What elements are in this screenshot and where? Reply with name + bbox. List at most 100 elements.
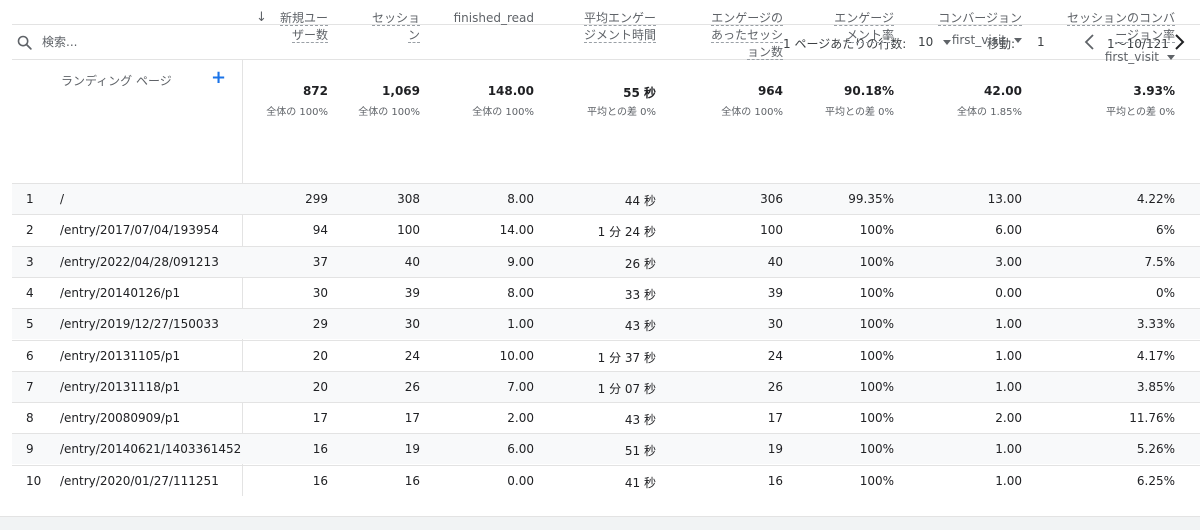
- metric-cell: 306: [760, 192, 783, 206]
- metric-cell: 1 分 37 秒: [597, 350, 656, 365]
- table-row[interactable]: 9/entry/20140621/1403361452 16 19 6.00 51 秒 1…: [12, 433, 1200, 465]
- landing-page-path[interactable]: /entry/20140126/p1: [60, 286, 180, 300]
- conversion-event-select[interactable]: first_visit: [1105, 49, 1175, 66]
- table-row[interactable]: 3/entry/2022/04/28/091213 37 40 9.00 26 秒 40 1…: [12, 245, 1200, 277]
- conversion-event-value: first_visit: [1104, 50, 1159, 64]
- row-rank: 4: [26, 285, 34, 300]
- metric-cell: 5.26%: [1136, 442, 1175, 457]
- row-rank: 7: [26, 379, 34, 394]
- landing-page-path[interactable]: /entry/20080909/p1: [60, 411, 180, 425]
- goto-page-input[interactable]: [1030, 31, 1070, 53]
- column-header-text: finished_read: [453, 11, 534, 25]
- column-header-text: セッショ: [371, 11, 420, 26]
- column-total: 964: [757, 84, 783, 98]
- metric-cell: 1.00: [507, 317, 534, 332]
- metric-cell: 10.00: [499, 348, 534, 363]
- column-header-text: ョン数: [746, 45, 783, 60]
- column-total-share: 全体の 100%: [266, 107, 328, 118]
- metric-cell: 1.00: [995, 379, 1022, 394]
- column-header-4[interactable]: 平均エンゲー ジメント時間: [583, 10, 656, 44]
- metric-cell: 2.00: [995, 411, 1022, 426]
- metric-cell: 26: [404, 379, 420, 394]
- search-icon: [17, 35, 32, 50]
- metric-cell: 39: [767, 285, 783, 300]
- metric-cell: 0.00: [507, 473, 534, 488]
- table-row[interactable]: 8/entry/20080909/p1 17 17 2.00 43 秒 17 100% 2.0…: [12, 402, 1200, 433]
- landing-page-path[interactable]: /: [60, 192, 64, 206]
- table-row[interactable]: 10/entry/2020/01/27/111251 16 16 0.00 41 秒 16…: [12, 464, 1200, 496]
- row-rank: 2: [26, 223, 34, 238]
- add-dimension-button[interactable]: +: [211, 69, 226, 87]
- metric-cell: 33 秒: [624, 287, 656, 302]
- metric-cell: 17: [404, 411, 420, 426]
- metric-cell: 19: [404, 442, 420, 457]
- column-header-text: セッションのコンバ: [1066, 11, 1175, 26]
- metric-cell: 100%: [859, 379, 894, 394]
- row-rank: 10: [26, 473, 42, 488]
- landing-page-path[interactable]: /entry/2022/04/28/091213: [60, 255, 219, 269]
- metric-cell: 1.00: [995, 317, 1022, 332]
- conversion-event-select[interactable]: first_visit: [952, 32, 1022, 49]
- metric-cell: 8.00: [507, 192, 534, 206]
- dimension-header-label: ランディング ページ: [61, 74, 172, 88]
- rows-per-page-value: 10: [918, 35, 934, 49]
- metric-cell: 17: [312, 411, 328, 426]
- table-row[interactable]: 7/entry/20131118/p1 20 26 7.00 1 分 07 秒 26 100…: [12, 370, 1200, 402]
- column-header-6[interactable]: エンゲージ メント率: [834, 10, 894, 44]
- column-total: 90.18%: [844, 84, 894, 98]
- landing-page-path[interactable]: /entry/20131105/p1: [60, 349, 180, 363]
- metric-cell: 26 秒: [624, 256, 656, 271]
- landing-page-path[interactable]: /entry/2017/07/04/193954: [60, 223, 219, 237]
- landing-page-path[interactable]: /entry/20140621/1403361452: [60, 442, 241, 456]
- metric-cell: 20: [312, 379, 328, 394]
- metric-cell: 30: [312, 285, 328, 300]
- metric-cell: 4.17%: [1136, 348, 1175, 363]
- column-total-share: 平均との差 0%: [587, 107, 656, 118]
- column-total-share: 全体の 100%: [472, 107, 534, 118]
- sort-descending-icon[interactable]: ↓: [256, 10, 267, 25]
- column-header-3[interactable]: finished_read: [454, 10, 534, 27]
- column-header-2[interactable]: セッション: [371, 10, 420, 44]
- metric-cell: 1.00: [995, 473, 1022, 488]
- metric-cell: 3.33%: [1136, 317, 1175, 332]
- landing-page-path[interactable]: /entry/2020/01/27/111251: [60, 474, 219, 488]
- metric-cell: 6%: [1155, 223, 1175, 238]
- metric-cell: 100%: [859, 223, 894, 238]
- column-total: 3.93%: [1133, 84, 1175, 98]
- metric-cell: 100: [760, 223, 783, 238]
- table-row[interactable]: 4/entry/20140126/p1 30 39 8.00 33 秒 39 100% 0.0…: [12, 276, 1200, 308]
- table-row[interactable]: 6/entry/20131105/p1 20 24 10.00 1 分 37 秒 24 10…: [12, 339, 1200, 371]
- metric-cell: 100%: [859, 254, 894, 269]
- row-rank: 9: [26, 442, 34, 457]
- column-header-5[interactable]: エンゲージの あったセッション数: [710, 10, 783, 61]
- metric-cell: 7.00: [507, 379, 534, 394]
- landing-page-path[interactable]: /entry/20131118/p1: [60, 380, 180, 394]
- column-header-8[interactable]: セッションのコンバ ージョン率 first_visit: [1066, 10, 1175, 66]
- table-row[interactable]: 5/entry/2019/12/27/150033 29 30 1.00 43 秒 30 1…: [12, 308, 1200, 340]
- row-rank: 1: [26, 192, 34, 206]
- column-header-text: エンゲージの: [711, 11, 783, 26]
- table-row[interactable]: 2/entry/2017/07/04/193954 94 100 14.00 1 分 2…: [12, 214, 1200, 245]
- column-header-text: ジメント時間: [583, 28, 656, 43]
- metric-cell: 39: [404, 285, 420, 300]
- table-row[interactable]: 1 / 299 308 8.00 44 秒 306 99.35% 13.00 4.22%: [12, 183, 1200, 214]
- row-rank: 5: [26, 317, 34, 332]
- landing-page-path[interactable]: /entry/2019/12/27/150033: [60, 317, 219, 331]
- column-header-text: コンバージョン: [938, 11, 1022, 26]
- column-total: 42.00: [984, 84, 1022, 98]
- row-rank: 6: [26, 348, 34, 363]
- column-total-share: 平均との差 0%: [1106, 107, 1175, 118]
- column-total: 1,069: [382, 84, 420, 98]
- metric-cell: 299: [305, 192, 328, 206]
- row-rank: 8: [26, 411, 34, 426]
- column-header-7[interactable]: コンバージョン first_visit: [938, 10, 1022, 49]
- metric-cell: 14.00: [499, 223, 534, 238]
- column-header-text: あったセッシ: [710, 28, 783, 43]
- metric-cell: 100: [397, 223, 420, 238]
- metric-cell: 2.00: [507, 411, 534, 426]
- column-header-1[interactable]: 新規ユー ザー数: [279, 10, 328, 44]
- metric-cell: 1 分 07 秒: [597, 381, 656, 396]
- metric-cell: 19: [767, 442, 783, 457]
- column-total-share: 全体の 100%: [358, 107, 420, 118]
- column-total: 55 秒: [623, 86, 656, 100]
